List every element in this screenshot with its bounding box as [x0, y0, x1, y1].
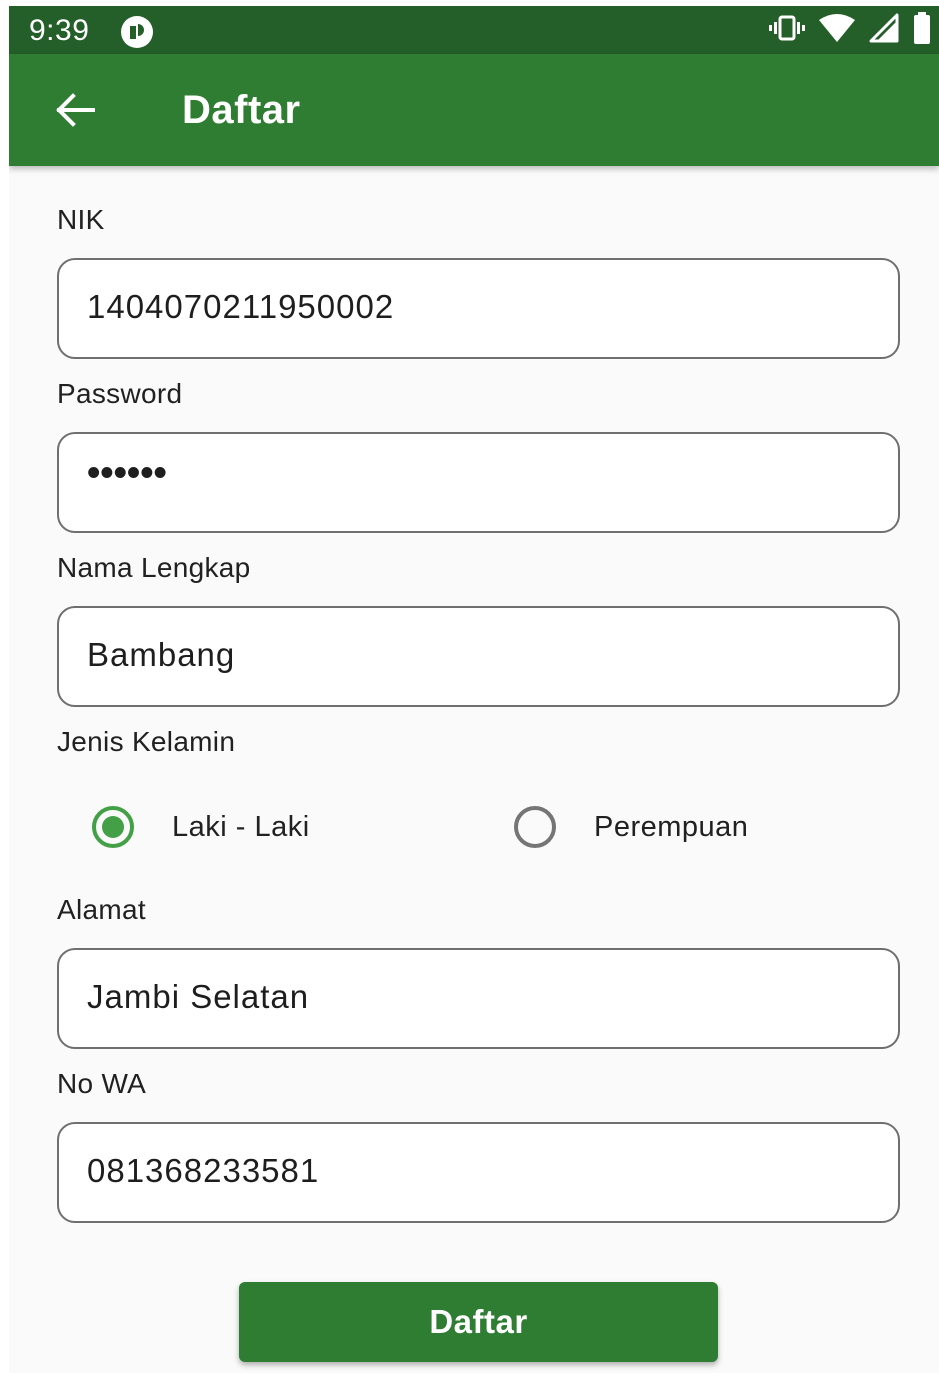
- nik-value: 1404070211950002: [87, 288, 395, 325]
- battery-icon: [913, 11, 931, 49]
- status-icons: [769, 11, 931, 49]
- radio-unchecked-icon: [514, 806, 556, 848]
- notification-app-icon: [120, 15, 154, 49]
- app-bar: Daftar: [9, 54, 939, 166]
- radio-perempuan-label: Perempuan: [594, 810, 749, 843]
- nama-field[interactable]: Bambang: [57, 606, 900, 707]
- no-wa-field[interactable]: 081368233581: [57, 1122, 900, 1223]
- daftar-button[interactable]: Daftar: [239, 1282, 718, 1362]
- alamat-value: Jambi Selatan: [87, 978, 310, 1015]
- arrow-back-icon[interactable]: [53, 88, 97, 132]
- screen: 9:39 Daftar NIK 1404070211950002 Passwor…: [9, 6, 939, 1373]
- nama-label: Nama Lengkap: [57, 552, 251, 583]
- wifi-icon: [819, 13, 855, 47]
- page-title: Daftar: [182, 88, 301, 132]
- radio-checked-icon: [92, 806, 134, 848]
- password-label: Password: [57, 378, 183, 409]
- radio-laki-laki[interactable]: Laki - Laki: [92, 806, 310, 848]
- cell-signal-icon: [869, 13, 899, 48]
- status-time: 9:39: [29, 14, 90, 47]
- nik-label: NIK: [57, 204, 105, 235]
- no-wa-value: 081368233581: [87, 1152, 320, 1189]
- alamat-label: Alamat: [57, 894, 146, 925]
- radio-perempuan[interactable]: Perempuan: [514, 806, 748, 848]
- gender-label: Jenis Kelamin: [57, 726, 236, 757]
- vibrate-icon: [769, 15, 805, 46]
- password-field[interactable]: ••••••: [57, 432, 900, 533]
- nama-value: Bambang: [87, 636, 236, 673]
- no-wa-label: No WA: [57, 1068, 147, 1099]
- alamat-field[interactable]: Jambi Selatan: [57, 948, 900, 1049]
- nik-field[interactable]: 1404070211950002: [57, 258, 900, 359]
- radio-laki-laki-label: Laki - Laki: [172, 810, 310, 843]
- status-bar: 9:39: [9, 6, 939, 54]
- password-value: ••••••: [87, 452, 167, 494]
